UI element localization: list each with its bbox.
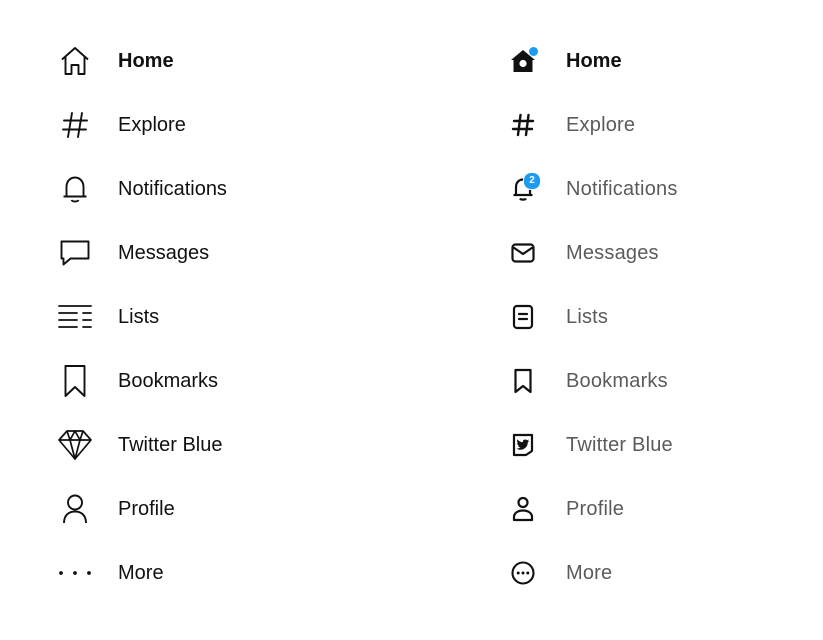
nav-item-twitter-blue[interactable]: Twitter Blue: [52, 413, 382, 477]
more-circle-icon: [500, 550, 546, 596]
nav-label-notifications: Notifications: [566, 178, 678, 200]
nav-label-home: Home: [566, 50, 622, 72]
nav-label-profile: Profile: [566, 498, 625, 520]
person-outline-icon: [52, 486, 98, 532]
notification-count-badge: 2: [523, 172, 541, 190]
nav-label-explore: Explore: [118, 114, 186, 136]
nav-label-profile: Profile: [118, 498, 175, 520]
nav-item-lists[interactable]: Lists: [500, 285, 800, 349]
nav-item-notifications[interactable]: Notifications: [52, 157, 382, 221]
nav-item-home[interactable]: Home: [500, 29, 800, 93]
new-content-dot: [529, 47, 538, 56]
nav-menu-outline: Home Explore Notifications Messages List…: [52, 29, 382, 605]
nav-item-profile[interactable]: Profile: [52, 477, 382, 541]
bell-outline-icon: [52, 166, 98, 212]
horizontal-dots-icon: [52, 550, 98, 596]
person-icon: [500, 486, 546, 532]
nav-label-home: Home: [118, 50, 174, 72]
nav-label-messages: Messages: [118, 242, 210, 264]
lists-lines-icon: [52, 294, 98, 340]
nav-label-notifications: Notifications: [118, 178, 227, 200]
nav-item-bookmarks[interactable]: Bookmarks: [500, 349, 800, 413]
nav-label-more: More: [566, 562, 613, 584]
nav-item-explore[interactable]: Explore: [500, 93, 800, 157]
nav-label-more: More: [118, 562, 164, 584]
nav-menu-updated: Home Explore 2 Notifications Messages Li…: [500, 29, 800, 605]
nav-item-twitter-blue[interactable]: Twitter Blue: [500, 413, 800, 477]
nav-item-profile[interactable]: Profile: [500, 477, 800, 541]
hashtag-icon: [500, 102, 546, 148]
home-filled-icon: [500, 38, 546, 84]
nav-label-bookmarks: Bookmarks: [566, 370, 668, 392]
nav-item-more[interactable]: More: [52, 541, 382, 605]
nav-item-more[interactable]: More: [500, 541, 800, 605]
diamond-icon: [52, 422, 98, 468]
nav-label-explore: Explore: [566, 114, 636, 136]
speech-bubble-icon: [52, 230, 98, 276]
home-outline-icon: [52, 38, 98, 84]
hashtag-icon: [52, 102, 98, 148]
nav-label-lists: Lists: [566, 306, 609, 328]
nav-label-messages: Messages: [566, 242, 659, 264]
nav-label-twitter-blue: Twitter Blue: [118, 434, 223, 456]
nav-label-twitter-blue: Twitter Blue: [566, 434, 673, 456]
nav-item-notifications[interactable]: 2 Notifications: [500, 157, 800, 221]
nav-label-bookmarks: Bookmarks: [118, 370, 219, 392]
nav-label-lists: Lists: [118, 306, 160, 328]
bookmark-icon: [500, 358, 546, 404]
bookmark-outline-icon: [52, 358, 98, 404]
nav-item-bookmarks[interactable]: Bookmarks: [52, 349, 382, 413]
nav-item-messages[interactable]: Messages: [52, 221, 382, 285]
envelope-icon: [500, 230, 546, 276]
nav-item-home[interactable]: Home: [52, 29, 382, 93]
list-document-icon: [500, 294, 546, 340]
bell-icon: 2: [500, 166, 546, 212]
nav-item-explore[interactable]: Explore: [52, 93, 382, 157]
nav-item-messages[interactable]: Messages: [500, 221, 800, 285]
twitter-blue-icon: [500, 422, 546, 468]
nav-item-lists[interactable]: Lists: [52, 285, 382, 349]
